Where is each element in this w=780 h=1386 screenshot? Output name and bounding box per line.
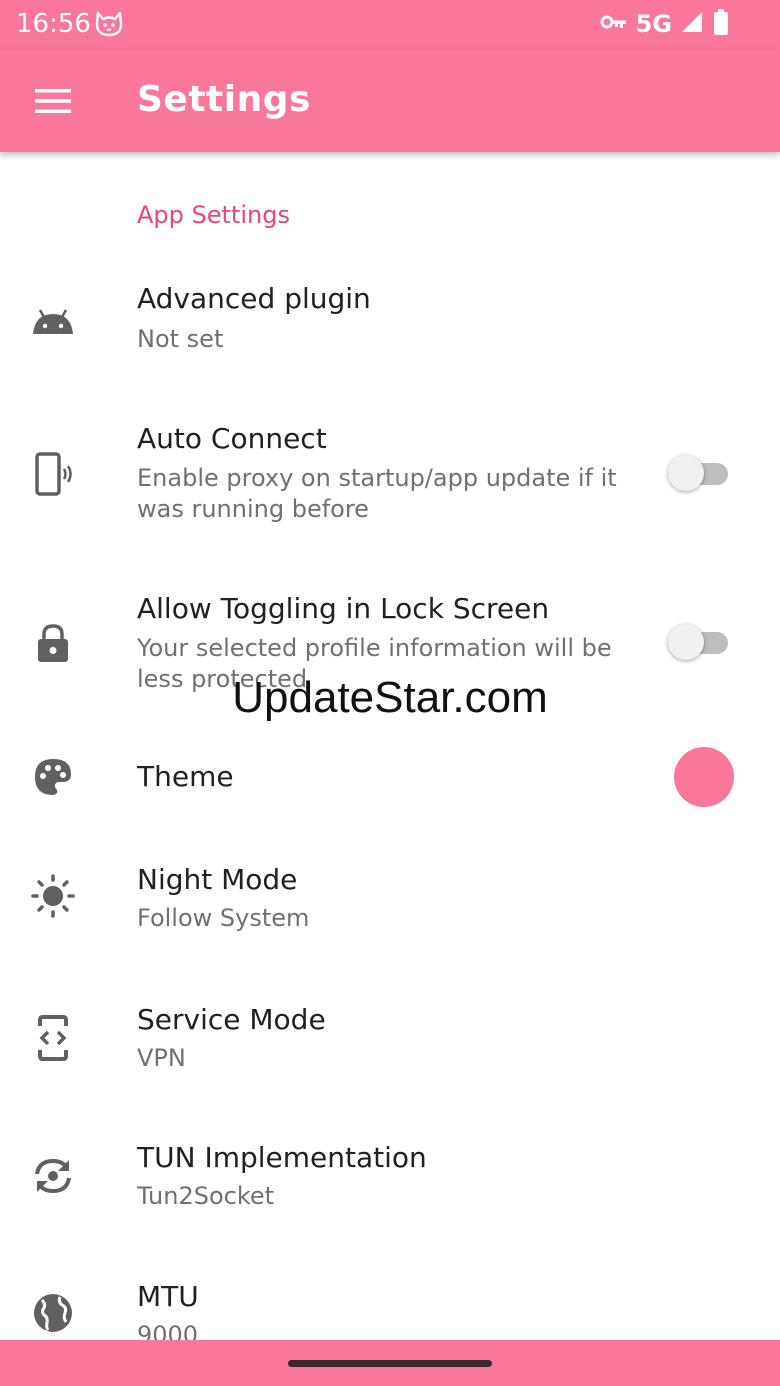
setting-summary: VPN <box>137 1044 186 1072</box>
setting-title: Auto Connect <box>137 422 327 455</box>
theme-color-swatch[interactable] <box>674 747 734 807</box>
setting-title: Advanced plugin <box>137 282 371 315</box>
setting-summary: Enable proxy on startup/app update if it… <box>137 464 617 523</box>
hamburger-menu-icon <box>35 89 71 113</box>
setting-summary: Follow System <box>137 904 310 932</box>
auto-connect-switch[interactable] <box>668 453 730 493</box>
setting-service-mode[interactable]: Service Mode VPN <box>0 992 780 1102</box>
cat-icon <box>94 10 124 42</box>
setting-title: Theme <box>137 760 234 793</box>
gesture-handle[interactable] <box>288 1360 492 1367</box>
watermark: UpdateStar.com <box>232 673 548 722</box>
brightness-icon <box>30 873 76 919</box>
phone-vibrate-icon <box>30 451 76 497</box>
setting-summary: 9000 <box>137 1321 199 1340</box>
lock-screen-switch[interactable] <box>668 622 730 662</box>
setting-theme[interactable]: Theme <box>0 732 780 822</box>
vpn-key-icon <box>600 13 628 35</box>
setting-auto-connect[interactable]: Auto Connect Enable proxy on startup/app… <box>0 407 780 537</box>
setting-title: Service Mode <box>137 1003 326 1036</box>
lock-icon <box>30 620 76 666</box>
globe-icon <box>30 1290 76 1336</box>
app-bar: Settings <box>0 50 780 152</box>
setting-summary: Not set <box>137 325 224 353</box>
status-time: 16:56 <box>16 9 91 39</box>
setting-night-mode[interactable]: Night Mode Follow System <box>0 847 780 962</box>
status-bar: 16:56 5G <box>0 0 780 50</box>
menu-button[interactable] <box>22 77 84 125</box>
setting-advanced-plugin[interactable]: Advanced plugin Not set <box>0 267 780 377</box>
sync-icon <box>30 1153 76 1199</box>
page-title: Settings <box>137 79 311 120</box>
settings-list: App Settings Advanced plugin Not set Aut… <box>0 152 780 1340</box>
developer-mode-icon <box>30 1015 76 1061</box>
setting-title: Allow Toggling in Lock Screen <box>137 592 550 625</box>
network-type: 5G <box>635 10 672 38</box>
palette-icon <box>30 754 76 800</box>
android-icon <box>30 299 76 345</box>
signal-icon <box>680 10 704 38</box>
setting-title: TUN Implementation <box>137 1141 427 1174</box>
navigation-bar <box>0 1340 780 1386</box>
section-header-app-settings: App Settings <box>137 201 290 229</box>
setting-mtu[interactable]: MTU 9000 <box>0 1270 780 1340</box>
battery-icon <box>712 8 730 40</box>
setting-summary: Tun2Socket <box>137 1182 275 1210</box>
setting-title: MTU <box>137 1280 199 1313</box>
setting-tun-implementation[interactable]: TUN Implementation Tun2Socket <box>0 1132 780 1242</box>
setting-title: Night Mode <box>137 863 298 896</box>
